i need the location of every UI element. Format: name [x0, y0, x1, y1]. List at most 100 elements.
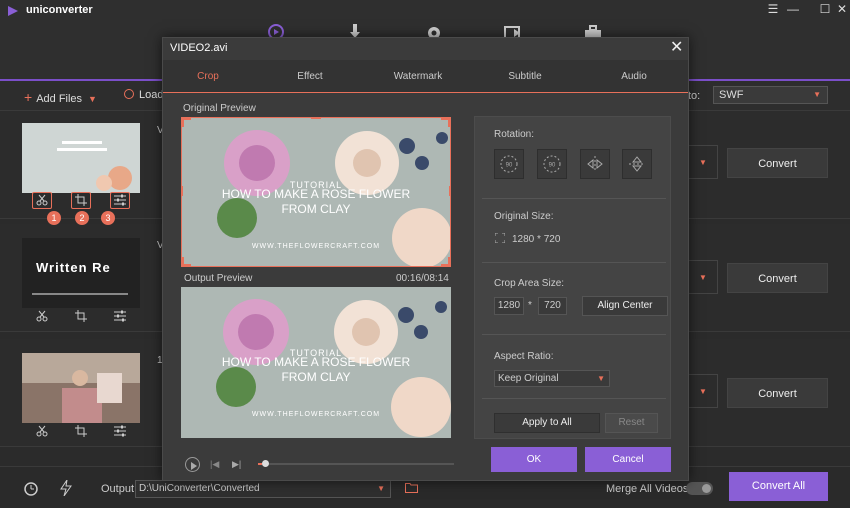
crop-icon[interactable]	[70, 191, 91, 209]
reset-button[interactable]: Reset	[605, 413, 658, 433]
convert-button[interactable]: Convert	[727, 263, 828, 293]
maximize-icon[interactable]: ☐	[818, 2, 832, 16]
play-icon[interactable]	[185, 457, 200, 472]
rotation-label: Rotation:	[494, 129, 535, 140]
video-overlay-text: HOW TO MAKE A ROSE FLOWER	[221, 187, 411, 201]
tab-audio[interactable]: Audio	[594, 71, 674, 82]
step-badge: 2	[75, 211, 89, 225]
crop-handle[interactable]	[448, 257, 451, 267]
rotate-left-button[interactable]: 90	[494, 149, 524, 179]
folder-icon[interactable]	[405, 482, 418, 493]
trim-icon[interactable]	[34, 424, 50, 438]
trim-icon[interactable]	[34, 309, 50, 323]
resize-icon	[495, 233, 505, 243]
align-center-button[interactable]: Align Center	[582, 296, 668, 316]
trim-icon[interactable]	[31, 191, 52, 209]
effects-icon[interactable]	[110, 191, 131, 209]
original-preview-label: Original Preview	[183, 103, 256, 114]
flip-vertical-icon	[629, 156, 645, 172]
ok-button[interactable]: OK	[491, 447, 577, 472]
tab-effect[interactable]: Effect	[270, 71, 350, 82]
flip-horizontal-button[interactable]	[580, 149, 610, 179]
crop-handle[interactable]	[181, 186, 183, 196]
video-thumbnail[interactable]: Written Re	[22, 238, 140, 308]
thumbnail-text: Written Re	[36, 260, 111, 275]
tab-watermark[interactable]: Watermark	[378, 71, 458, 82]
effects-icon[interactable]	[112, 309, 128, 323]
convert-button[interactable]: Convert	[727, 148, 828, 178]
load-dvd-button[interactable]: Load	[124, 89, 163, 101]
effects-icon[interactable]	[112, 424, 128, 438]
app-logo-icon	[8, 6, 18, 16]
plus-icon: +	[24, 89, 33, 105]
flip-vertical-button[interactable]	[622, 149, 652, 179]
dvd-icon	[124, 89, 134, 99]
dialog-tabs: Crop Effect Watermark Subtitle Audio	[163, 60, 688, 93]
tab-subtitle[interactable]: Subtitle	[485, 71, 565, 82]
output-label: Output	[101, 483, 135, 495]
merge-all-label: Merge All Videos	[606, 483, 689, 495]
crop-icon[interactable]	[73, 309, 89, 323]
convert-button[interactable]: Convert	[727, 378, 828, 408]
rotate-right-button[interactable]: 90	[537, 149, 567, 179]
rotate-right-icon: 90	[543, 155, 561, 173]
output-preview: TUTORIAL HOW TO MAKE A ROSE FLOWER FROM …	[181, 287, 451, 438]
aspect-ratio-label: Aspect Ratio:	[494, 351, 554, 362]
flip-horizontal-icon	[587, 156, 603, 172]
video-thumbnail[interactable]	[22, 353, 140, 423]
aspect-ratio-value: Keep Original	[498, 373, 559, 384]
crop-separator: *	[528, 300, 532, 311]
load-dvd-label: Load	[139, 89, 164, 101]
divider	[482, 334, 666, 335]
row-format-dropdown[interactable]: ▼	[688, 374, 718, 408]
chevron-down-icon[interactable]: ▼	[88, 94, 97, 104]
alarm-clock-icon[interactable]	[23, 480, 39, 496]
lightning-icon[interactable]	[60, 480, 72, 496]
convert-all-button[interactable]: Convert All	[729, 472, 828, 501]
output-path-value: D:\UniConverter\Converted	[139, 483, 260, 494]
playback-time: 00:16/08:14	[396, 273, 449, 284]
output-format-select[interactable]: SWF ▼	[713, 86, 828, 104]
apply-to-all-button[interactable]: Apply to All	[494, 413, 600, 433]
seek-handle[interactable]	[261, 460, 269, 467]
crop-width-input[interactable]: 1280	[494, 297, 524, 315]
row-format-dropdown[interactable]: ▼	[688, 145, 718, 179]
crop-handle[interactable]	[449, 186, 451, 196]
add-files-button[interactable]: + Add Files ▼	[24, 89, 97, 105]
crop-handle[interactable]	[181, 257, 184, 267]
video-thumbnail[interactable]	[22, 123, 140, 193]
dialog-close-icon[interactable]: ✕	[670, 40, 683, 56]
step-badge: 1	[47, 211, 61, 225]
video-overlay-text: HOW TO MAKE A ROSE FLOWER	[221, 355, 411, 369]
minimize-icon[interactable]: —	[786, 2, 800, 16]
thumbnail-toolbar	[22, 191, 140, 209]
menu-icon[interactable]: ☰	[766, 2, 780, 16]
output-path-select[interactable]: D:\UniConverter\Converted ▼	[135, 480, 391, 498]
original-preview[interactable]: TUTORIAL HOW TO MAKE A ROSE FLOWER FROM …	[181, 117, 451, 267]
crop-handle[interactable]	[181, 117, 184, 127]
row-format-dropdown[interactable]: ▼	[688, 260, 718, 294]
dialog-title: VIDEO2.avi	[170, 42, 228, 54]
divider	[482, 262, 666, 263]
crop-height-input[interactable]: 720	[538, 297, 567, 315]
tab-crop[interactable]: Crop	[168, 71, 248, 82]
video-overlay-text: WWW.THEFLOWERCRAFT.COM	[251, 243, 381, 250]
aspect-ratio-select[interactable]: Keep Original ▼	[494, 370, 610, 387]
thumbnail-caption-line	[32, 293, 128, 295]
seek-bar[interactable]	[258, 463, 454, 465]
crop-handle[interactable]	[448, 117, 451, 127]
rotate-left-icon: 90	[500, 155, 518, 173]
next-frame-icon[interactable]: ▶|	[232, 459, 241, 470]
app-title: uniconverter	[26, 4, 93, 16]
thumbnail-toolbar	[22, 308, 140, 324]
merge-toggle[interactable]	[686, 482, 713, 495]
previous-frame-icon[interactable]: |◀	[210, 459, 219, 470]
cancel-button[interactable]: Cancel	[585, 447, 671, 472]
thumbnail-toolbar	[22, 423, 140, 439]
crop-icon[interactable]	[73, 424, 89, 438]
close-icon[interactable]: ✕	[835, 2, 849, 16]
video-overlay-text: FROM CLAY	[281, 370, 351, 384]
original-size-label: Original Size:	[494, 211, 554, 222]
crop-handle[interactable]	[311, 117, 321, 119]
rotate-left-label: 90	[506, 163, 513, 169]
